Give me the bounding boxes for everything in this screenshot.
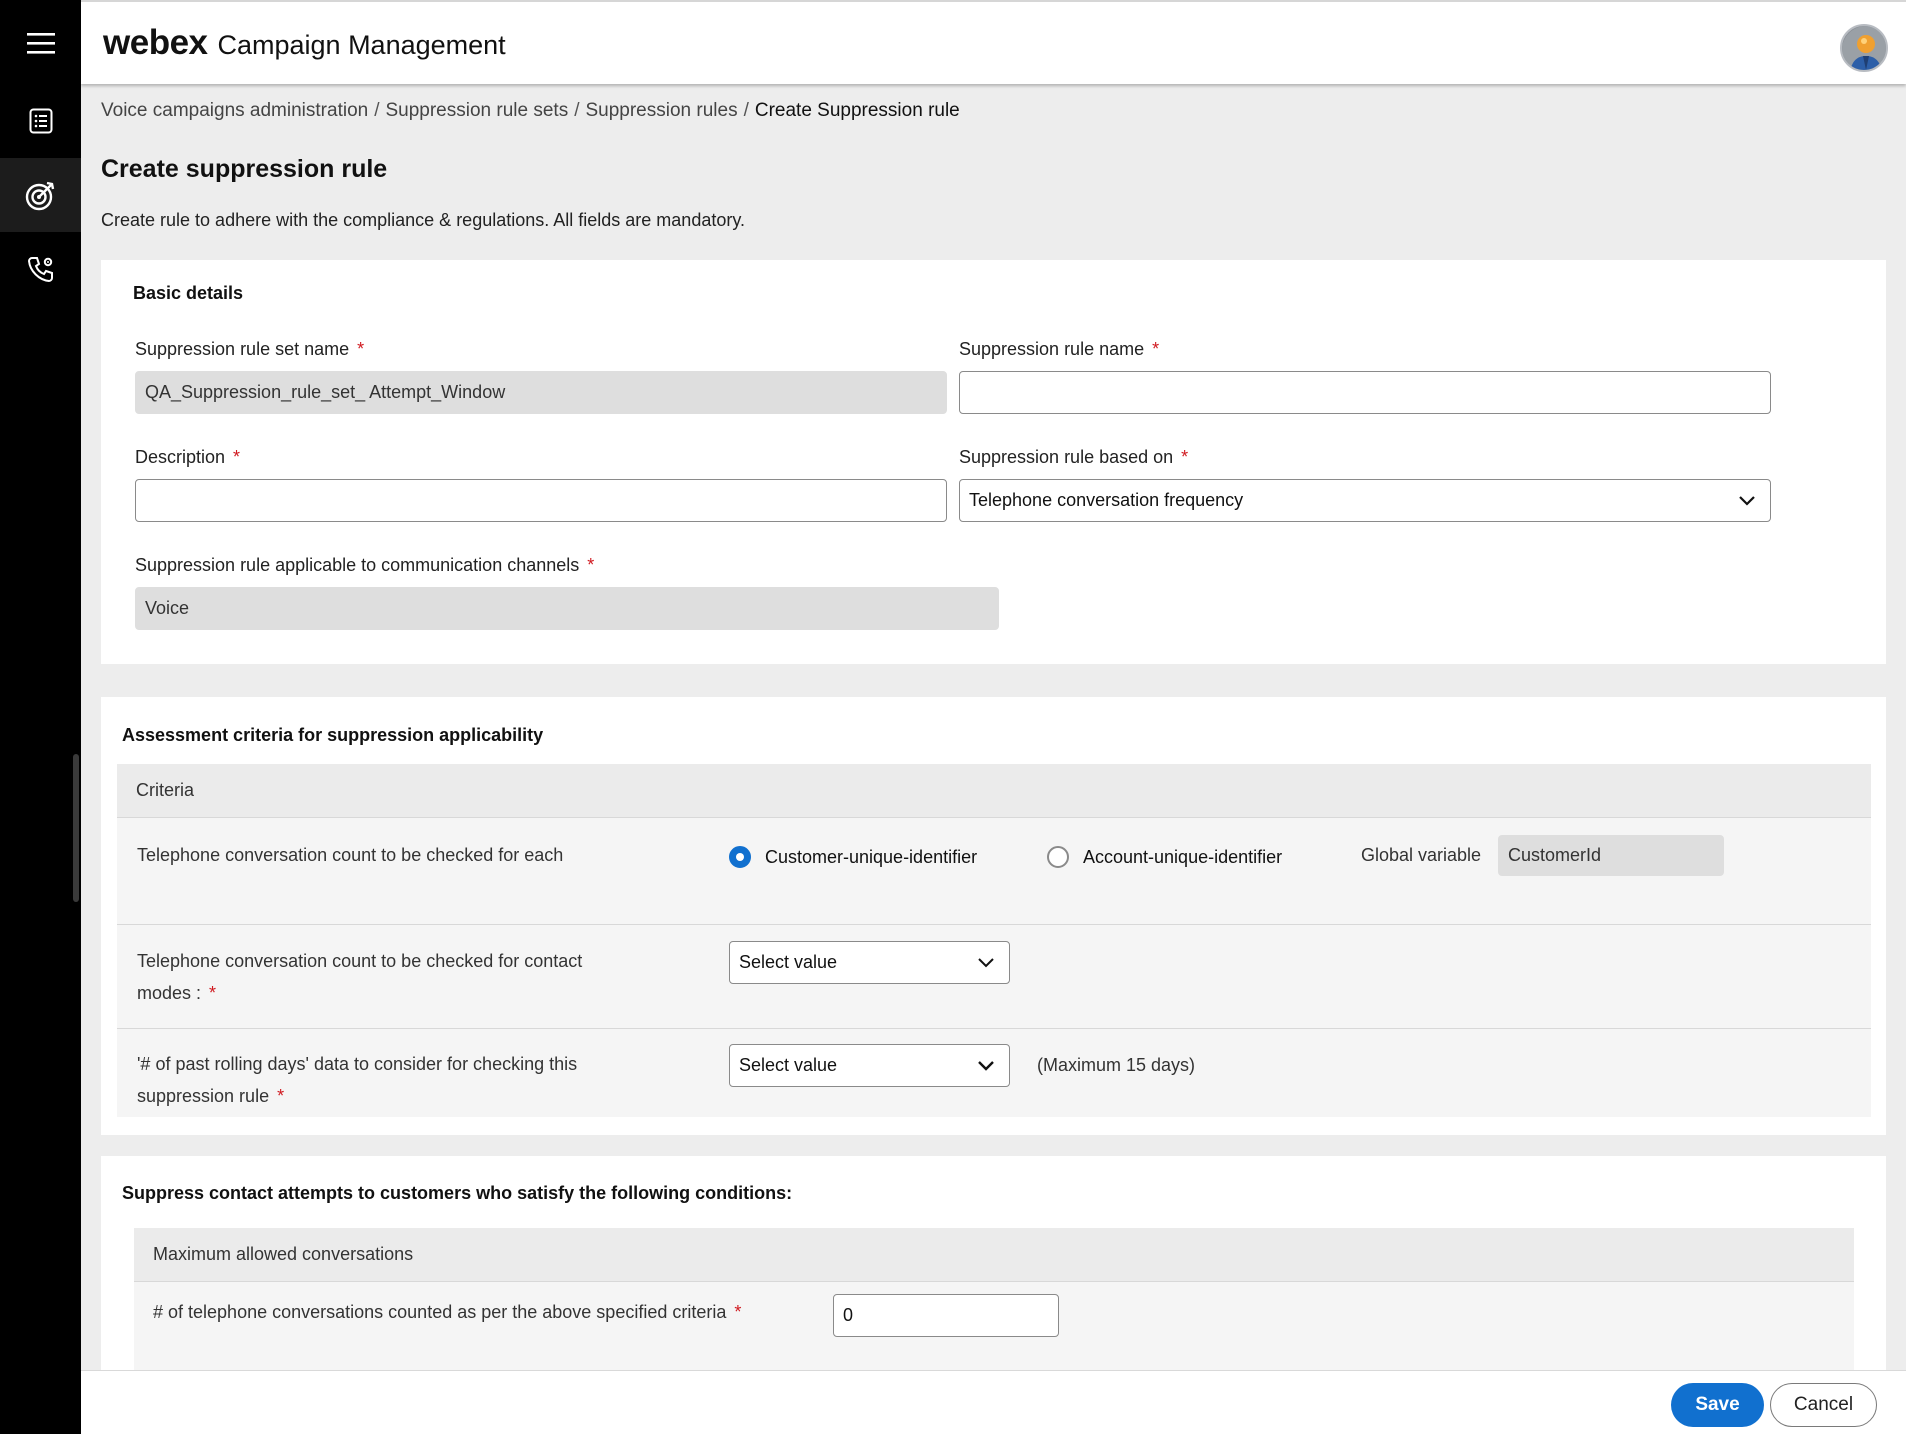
required-mark: *	[233, 447, 241, 467]
breadcrumb-separator: /	[743, 100, 749, 121]
chevron-down-icon	[978, 958, 994, 968]
basic-details-card: Basic details Suppression rule set name *…	[101, 260, 1886, 664]
avatar[interactable]	[1840, 24, 1888, 72]
criteria-grid: Criteria Telephone conversation count to…	[117, 764, 1871, 1117]
conversation-count-label: # of telephone conversations counted as …	[153, 1302, 742, 1322]
required-mark: *	[734, 1302, 742, 1322]
row-divider	[117, 1028, 1871, 1029]
radio-customer-unique-identifier[interactable]: Customer-unique-identifier	[729, 846, 977, 868]
max-conversations-header: Maximum allowed conversations	[134, 1228, 1854, 1282]
required-mark: *	[209, 983, 217, 1003]
left-nav-rail	[0, 0, 81, 1434]
action-footer: Save Cancel	[81, 1370, 1906, 1434]
basic-details-title: Basic details	[133, 283, 244, 303]
rule-name-label: Suppression rule name *	[959, 339, 1160, 359]
main-content: Voice campaigns administration / Suppressi…	[81, 84, 1906, 1378]
save-button[interactable]: Save	[1671, 1383, 1764, 1427]
based-on-label: Suppression rule based on *	[959, 447, 1189, 467]
conversation-count-input[interactable]	[833, 1294, 1059, 1337]
max-days-note: (Maximum 15 days)	[1037, 1055, 1196, 1075]
cancel-button[interactable]: Cancel	[1770, 1383, 1877, 1427]
breadcrumb-link-rule-sets[interactable]: Suppression rule sets	[385, 100, 568, 121]
chevron-down-icon	[1739, 496, 1755, 506]
nav-item-phone-settings[interactable]	[0, 232, 81, 306]
page-subtitle: Create rule to adhere with the complianc…	[101, 210, 746, 230]
required-mark: *	[1152, 339, 1160, 359]
contact-modes-value: Select value	[739, 952, 838, 972]
user-avatar-icon	[1842, 26, 1886, 70]
rule-name-input[interactable]	[959, 371, 1771, 414]
menu-button[interactable]	[0, 6, 81, 80]
radio-customer-label: Customer-unique-identifier	[765, 846, 978, 867]
webex-logo: webex	[103, 23, 208, 62]
max-conversations-grid: Maximum allowed conversations # of telep…	[134, 1228, 1854, 1378]
page-title: Create suppression rule	[101, 155, 388, 183]
menu-icon	[26, 33, 55, 54]
contact-modes-select[interactable]: Select value	[729, 941, 1010, 984]
target-icon	[25, 181, 54, 211]
required-mark: *	[1181, 447, 1189, 467]
chevron-down-icon	[978, 1061, 994, 1071]
required-mark: *	[357, 339, 365, 359]
app-header: webex Campaign Management	[81, 0, 1906, 84]
required-mark: *	[277, 1086, 285, 1106]
radio-account-label: Account-unique-identifier	[1083, 846, 1283, 867]
required-mark: *	[587, 555, 595, 575]
radio-unselected-icon	[1047, 846, 1069, 868]
contact-modes-label: Telephone conversation count to be check…	[137, 951, 583, 1003]
channels-field: Voice	[135, 587, 999, 630]
breadcrumb: Voice campaigns administration / Suppressi…	[101, 100, 960, 122]
global-variable-field: CustomerId	[1498, 835, 1724, 876]
radio-selected-icon	[729, 846, 751, 868]
breadcrumb-current: Create Suppression rule	[754, 100, 960, 121]
suppress-conditions-card: Suppress contact attempts to customers w…	[101, 1156, 1886, 1378]
product-name: Campaign Management	[217, 30, 506, 60]
breadcrumb-separator: /	[574, 100, 580, 121]
based-on-select[interactable]: Telephone conversation frequency	[959, 479, 1771, 522]
suppress-conditions-title: Suppress contact attempts to customers w…	[122, 1183, 793, 1203]
nav-item-campaigns[interactable]	[0, 158, 81, 232]
global-variable-label: Global variable	[1361, 845, 1482, 865]
assessment-card: Assessment criteria for suppression appl…	[101, 697, 1886, 1135]
phone-settings-icon	[27, 257, 53, 283]
breadcrumb-link-voice-campaigns[interactable]: Voice campaigns administration	[101, 100, 368, 121]
rolling-days-label: '# of past rolling days' data to conside…	[137, 1054, 578, 1106]
assessment-title: Assessment criteria for suppression appl…	[122, 725, 544, 745]
list-icon	[29, 108, 52, 134]
description-label: Description *	[135, 447, 241, 467]
rule-set-name-label: Suppression rule set name *	[135, 339, 365, 359]
breadcrumb-link-rules[interactable]: Suppression rules	[585, 100, 737, 121]
criteria-grid-header: Criteria	[117, 764, 1871, 818]
rule-set-name-field: QA_Suppression_rule_set_ Attempt_Window	[135, 371, 947, 414]
brand: webex Campaign Management	[103, 23, 506, 63]
count-each-label: Telephone conversation count to be check…	[137, 845, 564, 865]
description-input[interactable]	[135, 479, 947, 522]
rolling-days-value: Select value	[739, 1055, 838, 1075]
radio-account-unique-identifier[interactable]: Account-unique-identifier	[1047, 846, 1282, 868]
scrollbar[interactable]	[73, 754, 79, 902]
based-on-value: Telephone conversation frequency	[969, 490, 1244, 510]
breadcrumb-separator: /	[374, 100, 380, 121]
channels-label: Suppression rule applicable to communica…	[135, 555, 595, 575]
nav-item-list[interactable]	[0, 84, 81, 158]
rolling-days-select[interactable]: Select value	[729, 1044, 1010, 1087]
row-divider	[117, 924, 1871, 925]
